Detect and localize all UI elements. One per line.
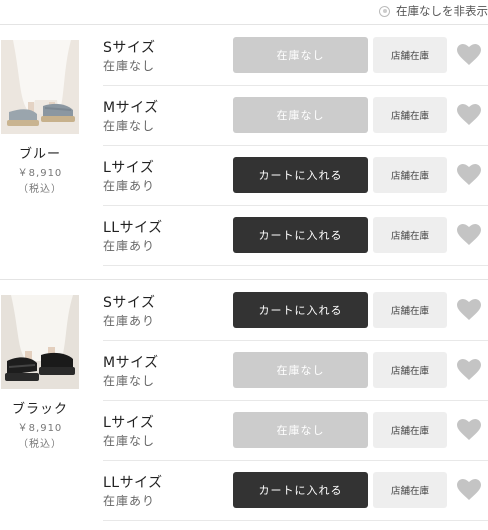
size-label: LLサイズ bbox=[103, 475, 163, 491]
stock-status: 在庫なし bbox=[103, 119, 156, 133]
sold-out-button[interactable]: 在庫なし bbox=[233, 352, 368, 388]
product-price: ￥8,910 bbox=[17, 423, 63, 434]
store-stock-button[interactable]: 店舗在庫 bbox=[373, 472, 447, 508]
black-sandal-photo[interactable] bbox=[1, 295, 79, 389]
blue-sandal-photo[interactable] bbox=[1, 40, 79, 134]
hide-out-of-stock-toggle[interactable]: 在庫なしを非表示 bbox=[379, 3, 488, 19]
heart-icon[interactable] bbox=[457, 479, 481, 501]
store-stock-button[interactable]: 店舗在庫 bbox=[373, 157, 447, 193]
variant-row: LLサイズ 在庫あり カートに入れる 店舗在庫 bbox=[103, 205, 488, 265]
product-blue: ブルー ￥8,910 （税込） bbox=[0, 40, 80, 195]
size-label: LLサイズ bbox=[103, 220, 163, 236]
variant-row: Mサイズ 在庫なし 在庫なし 店舗在庫 bbox=[103, 85, 488, 145]
variant-row: Lサイズ 在庫なし 在庫なし 店舗在庫 bbox=[103, 400, 488, 460]
store-stock-button[interactable]: 店舗在庫 bbox=[373, 217, 447, 253]
stock-status: 在庫なし bbox=[103, 374, 156, 388]
row-divider bbox=[103, 520, 488, 521]
add-to-cart-button[interactable]: カートに入れる bbox=[233, 217, 368, 253]
heart-icon[interactable] bbox=[457, 359, 481, 381]
stock-status: 在庫あり bbox=[103, 239, 156, 253]
heart-icon[interactable] bbox=[457, 419, 481, 441]
product-black: ブラック ￥8,910 （税込） bbox=[0, 295, 80, 450]
stock-status: 在庫あり bbox=[103, 179, 156, 193]
store-stock-button[interactable]: 店舗在庫 bbox=[373, 292, 447, 328]
store-stock-button[interactable]: 店舗在庫 bbox=[373, 97, 447, 133]
heart-icon[interactable] bbox=[457, 104, 481, 126]
heart-icon[interactable] bbox=[457, 164, 481, 186]
product-name: ブルー bbox=[18, 147, 61, 162]
variant-row: Sサイズ 在庫なし 在庫なし 店舗在庫 bbox=[103, 25, 488, 85]
stock-status: 在庫あり bbox=[103, 314, 156, 328]
size-label: Sサイズ bbox=[103, 295, 156, 311]
stock-status: 在庫あり bbox=[103, 494, 156, 508]
stock-status: 在庫なし bbox=[103, 59, 156, 73]
size-label: Mサイズ bbox=[103, 100, 159, 116]
size-label: Mサイズ bbox=[103, 355, 159, 371]
size-label: Lサイズ bbox=[103, 160, 155, 176]
hide-out-of-stock-label: 在庫なしを非表示 bbox=[396, 4, 488, 18]
radio-icon[interactable] bbox=[379, 5, 390, 17]
stock-status: 在庫なし bbox=[103, 434, 156, 448]
variant-row: Mサイズ 在庫なし 在庫なし 店舗在庫 bbox=[103, 340, 488, 400]
heart-icon[interactable] bbox=[457, 224, 481, 246]
product-tax-note: （税込） bbox=[18, 439, 62, 450]
heart-icon[interactable] bbox=[457, 299, 481, 321]
product-price: ￥8,910 bbox=[17, 168, 63, 179]
sold-out-button[interactable]: 在庫なし bbox=[233, 412, 368, 448]
sold-out-button[interactable]: 在庫なし bbox=[233, 97, 368, 133]
store-stock-button[interactable]: 店舗在庫 bbox=[373, 352, 447, 388]
product-name: ブラック bbox=[11, 402, 68, 417]
variant-row: LLサイズ 在庫あり カートに入れる 店舗在庫 bbox=[103, 460, 488, 520]
size-label: Lサイズ bbox=[103, 415, 155, 431]
size-label: Sサイズ bbox=[103, 40, 156, 56]
store-stock-button[interactable]: 店舗在庫 bbox=[373, 412, 447, 448]
add-to-cart-button[interactable]: カートに入れる bbox=[233, 157, 368, 193]
variant-row: Sサイズ 在庫あり カートに入れる 店舗在庫 bbox=[103, 280, 488, 340]
product-tax-note: （税込） bbox=[18, 184, 62, 195]
add-to-cart-button[interactable]: カートに入れる bbox=[233, 472, 368, 508]
row-divider bbox=[103, 265, 488, 266]
add-to-cart-button[interactable]: カートに入れる bbox=[233, 292, 368, 328]
heart-icon[interactable] bbox=[457, 44, 481, 66]
store-stock-button[interactable]: 店舗在庫 bbox=[373, 37, 447, 73]
sold-out-button[interactable]: 在庫なし bbox=[233, 37, 368, 73]
variant-row: Lサイズ 在庫あり カートに入れる 店舗在庫 bbox=[103, 145, 488, 205]
